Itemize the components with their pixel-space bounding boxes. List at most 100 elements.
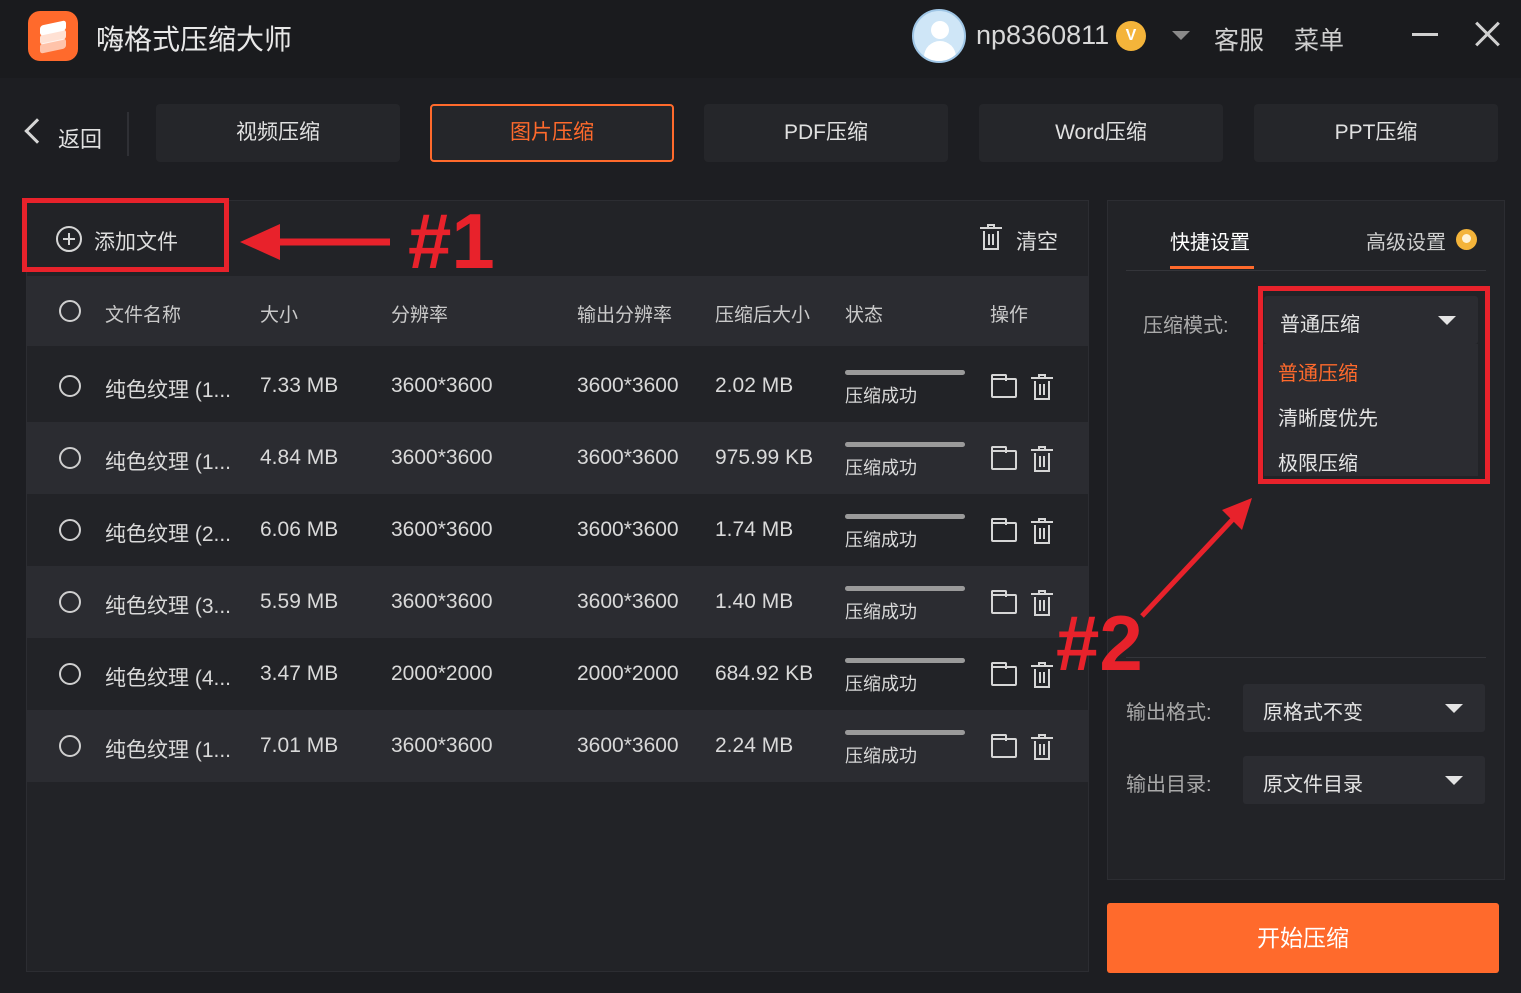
output-resolution: 3600*3600 [577,734,679,757]
open-folder-icon[interactable] [991,374,1017,398]
file-size: 4.84 MB [260,446,339,469]
user-avatar[interactable] [912,9,966,63]
tab-advanced-settings[interactable]: 高级设置 [1366,226,1446,255]
tab-video-compress[interactable]: 视频压缩 [156,104,400,162]
chevron-down-icon [1445,776,1463,785]
status-text: 压缩成功 [845,530,917,550]
output-format-label: 输出格式: [1126,702,1212,724]
open-folder-icon[interactable] [991,662,1017,686]
status-text: 压缩成功 [845,746,917,766]
output-resolution: 3600*3600 [577,590,679,613]
clear-button[interactable]: 清空 [976,222,1076,256]
status-text: 压缩成功 [845,602,917,622]
annotation-arrow-left-icon [240,224,390,260]
delete-trash-icon[interactable] [1031,590,1053,616]
header-actions: 操作 [990,305,1029,326]
file-size: 3.47 MB [260,662,339,685]
file-name: 纯色纹理 (3... [105,595,232,618]
trash-icon [980,224,1002,250]
row-select-radio[interactable] [59,519,81,541]
header-output-resolution: 输出分辨率 [577,305,673,326]
compressed-size: 975.99 KB [715,446,814,469]
username[interactable]: np8360811 [976,20,1109,51]
open-folder-icon[interactable] [991,518,1017,542]
row-select-radio[interactable] [59,447,81,469]
table-header: 文件名称 大小 分辨率 输出分辨率 压缩后大小 状态 操作 [27,276,1088,346]
output-resolution: 3600*3600 [577,374,679,397]
tab-word-compress[interactable]: Word压缩 [979,104,1223,162]
chevron-left-icon [24,118,50,144]
file-name: 纯色纹理 (2... [105,523,232,546]
vip-badge-icon: V [1116,21,1146,51]
delete-trash-icon[interactable] [1031,518,1053,544]
status-text: 压缩成功 [845,458,917,478]
compressed-size: 1.40 MB [715,590,794,613]
delete-trash-icon[interactable] [1031,734,1053,760]
file-resolution: 3600*3600 [391,734,493,757]
row-select-radio[interactable] [59,663,81,685]
minimize-icon[interactable] [1412,20,1438,46]
select-all-radio[interactable] [59,300,81,322]
customer-service-button[interactable]: 客服 [1214,21,1264,57]
row-select-radio[interactable] [59,375,81,397]
compression-mode-label: 压缩模式: [1143,315,1229,337]
annotation-box-2 [1258,286,1490,484]
header-file-name: 文件名称 [105,305,182,326]
file-resolution: 3600*3600 [391,590,493,613]
output-format-value: 原格式不变 [1263,702,1363,724]
status-text: 压缩成功 [845,386,917,406]
file-resolution: 3600*3600 [391,518,493,541]
table-row[interactable]: 纯色纹理 (3... 5.59 MB 3600*3600 3600*3600 1.40 … [27,566,1088,638]
progress-bar [845,586,965,591]
annotation-arrow-up-right-icon [1140,498,1252,618]
title-bar: 嗨格式压缩大师 np8360811 V 客服 菜单 [0,0,1521,78]
tab-quick-settings[interactable]: 快捷设置 [1170,226,1250,255]
row-select-radio[interactable] [59,735,81,757]
app-logo-icon [28,11,78,61]
compressed-size: 1.74 MB [715,518,794,541]
table-row[interactable]: 纯色纹理 (2... 6.06 MB 3600*3600 3600*3600 1.74 … [27,494,1088,566]
open-folder-icon[interactable] [991,590,1017,614]
output-resolution: 3600*3600 [577,518,679,541]
settings-tab-divider [1126,270,1486,271]
file-resolution: 3600*3600 [391,446,493,469]
file-name: 纯色纹理 (1... [105,739,232,762]
table-row[interactable]: 纯色纹理 (1... 4.84 MB 3600*3600 3600*3600 975.9… [27,422,1088,494]
table-row[interactable]: 纯色纹理 (1... 7.33 MB 3600*3600 3600*3600 2.02 … [27,350,1088,422]
output-format-select[interactable]: 原格式不变 [1243,684,1485,732]
output-dir-value: 原文件目录 [1263,774,1363,796]
active-tab-indicator [1170,266,1254,269]
delete-trash-icon[interactable] [1031,662,1053,688]
compressed-size: 684.92 KB [715,662,814,685]
start-compress-button[interactable]: 开始压缩 [1107,903,1499,973]
clear-label: 清空 [1016,231,1058,254]
back-button[interactable]: 返回 [22,112,122,156]
menu-button[interactable]: 菜单 [1294,21,1344,57]
compressed-size: 2.24 MB [715,734,794,757]
open-folder-icon[interactable] [991,734,1017,758]
tab-image-compress[interactable]: 图片压缩 [430,104,674,162]
row-select-radio[interactable] [59,591,81,613]
open-folder-icon[interactable] [991,446,1017,470]
header-size: 大小 [260,305,299,326]
output-resolution: 2000*2000 [577,662,679,685]
output-dir-select[interactable]: 原文件目录 [1243,756,1485,804]
progress-bar [845,730,965,735]
status-text: 压缩成功 [845,674,917,694]
delete-trash-icon[interactable] [1031,446,1053,472]
table-row[interactable]: 纯色纹理 (4... 3.47 MB 2000*2000 2000*2000 684.9… [27,638,1088,710]
file-name: 纯色纹理 (1... [105,379,232,402]
table-row[interactable]: 纯色纹理 (1... 7.01 MB 3600*3600 3600*3600 2.24 … [27,710,1088,782]
progress-bar [845,370,965,375]
vip-crown-icon [1456,229,1477,250]
file-name: 纯色纹理 (1... [105,451,232,474]
delete-trash-icon[interactable] [1031,374,1053,400]
tab-pdf-compress[interactable]: PDF压缩 [704,104,948,162]
close-icon[interactable] [1474,20,1502,48]
file-size: 7.33 MB [260,374,339,397]
file-size: 6.06 MB [260,518,339,541]
progress-bar [845,442,965,447]
nav-divider [127,112,129,156]
user-dropdown-chevron-icon[interactable] [1172,31,1190,40]
tab-ppt-compress[interactable]: PPT压缩 [1254,104,1498,162]
